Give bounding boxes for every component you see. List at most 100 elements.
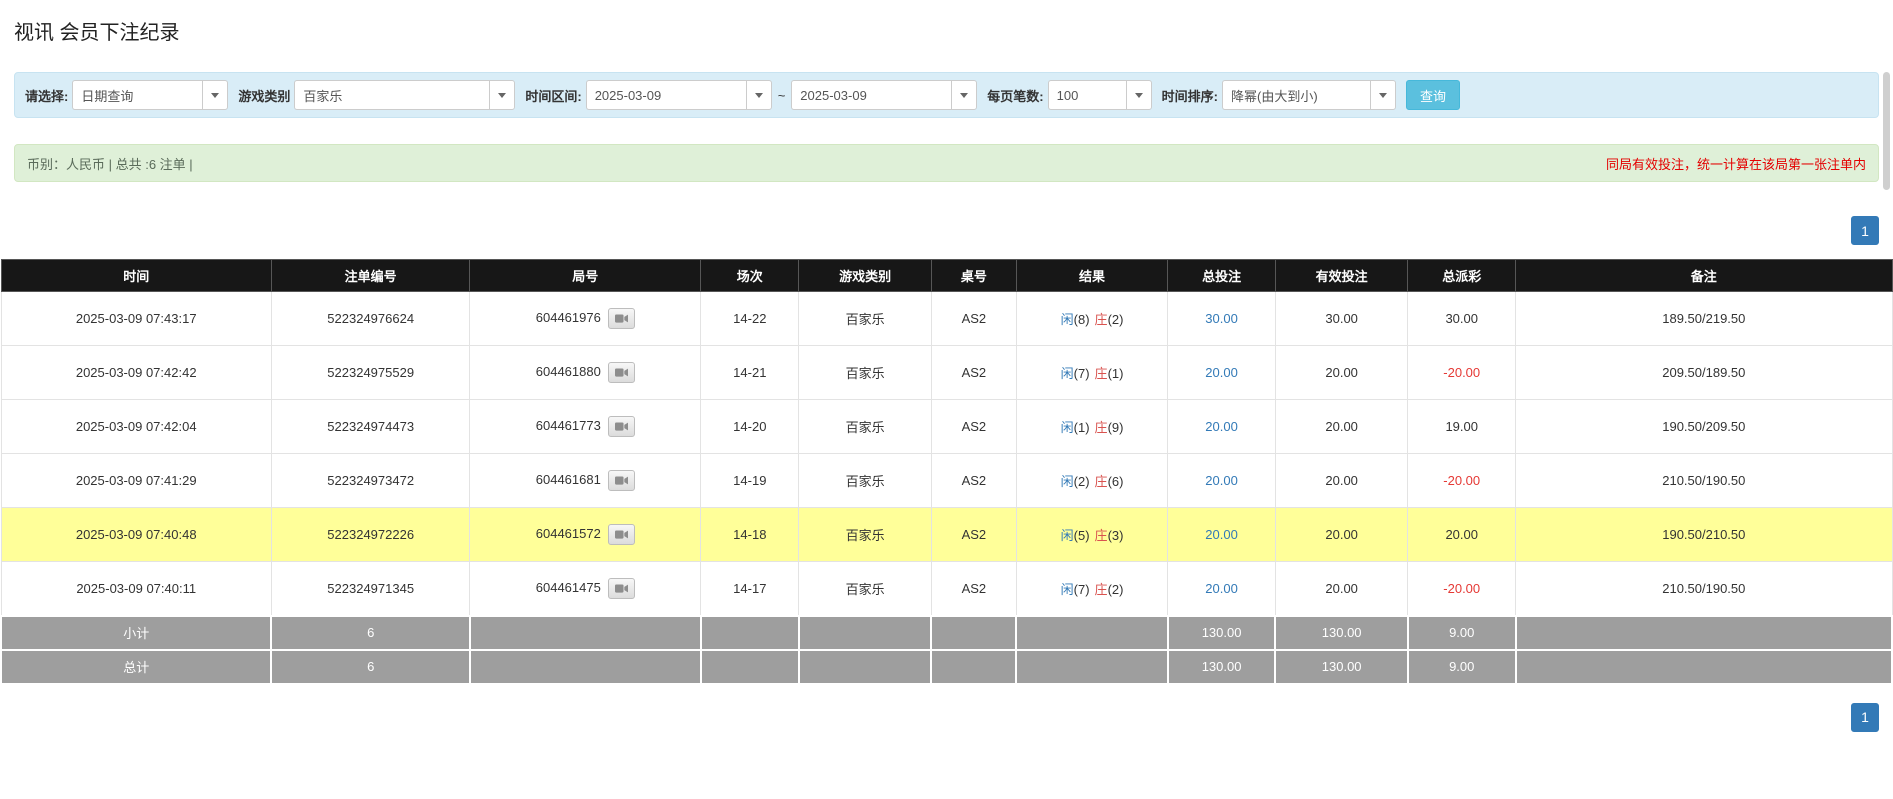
remark-cell: 189.50/219.50 <box>1515 291 1893 346</box>
total-bet-cell[interactable]: 20.00 <box>1167 399 1276 454</box>
replay-video-button[interactable] <box>607 470 635 491</box>
game-type-cell: 百家乐 <box>798 453 932 508</box>
table-row: 2025-03-09 07:42:04 522324974473 6044617… <box>0 399 1893 454</box>
player-result: 闲 <box>1060 581 1074 597</box>
page-size-dropdown-button[interactable] <box>1125 80 1152 110</box>
table-no-cell: AS2 <box>930 345 1017 400</box>
subtotal-payout: 9.00 <box>1406 614 1517 651</box>
sort-label: 时间排序: <box>1161 88 1218 104</box>
page-size-input[interactable] <box>1047 80 1126 110</box>
result-cell: 闲(5) 庄(3) <box>1015 507 1169 562</box>
replay-video-button[interactable] <box>607 362 635 383</box>
valid-bet-notice-text: 同局有效投注，统一计算在该局第一张注单内 <box>1605 156 1866 172</box>
banker-score: (2) <box>1107 312 1124 327</box>
header-game-type: 游戏类别 <box>798 259 932 292</box>
search-button[interactable]: 查询 <box>1405 80 1460 110</box>
pagination-page-1[interactable]: 1 <box>1851 702 1879 732</box>
table-row: 2025-03-09 07:42:42 522324975529 6044618… <box>0 345 1893 400</box>
result-cell: 闲(7) 庄(1) <box>1015 345 1169 400</box>
result-cell: 闲(7) 庄(2) <box>1015 561 1169 616</box>
round-cell: 604461880 <box>469 345 702 400</box>
replay-video-button[interactable] <box>607 416 635 437</box>
total-bet-cell[interactable]: 20.00 <box>1167 507 1276 562</box>
query-type-input[interactable] <box>72 80 203 110</box>
banker-result-group: 庄(9) <box>1095 420 1124 435</box>
date-to-dropdown-button[interactable] <box>951 80 978 110</box>
game-type-cell: 百家乐 <box>798 291 932 346</box>
table-row: 2025-03-09 07:43:17 522324976624 6044619… <box>0 291 1893 346</box>
player-result: 闲 <box>1060 366 1074 381</box>
date-from-dropdown-button[interactable] <box>745 80 772 110</box>
header-time: 时间 <box>0 259 272 292</box>
table-header-row: 时间 注单编号 局号 场次 游戏类别 桌号 结果 总投注 有效投注 总派彩 备注 <box>0 259 1893 292</box>
session-cell: 14-17 <box>700 561 800 616</box>
game-type-cell: 百家乐 <box>798 399 932 454</box>
payout-cell: -20.00 <box>1407 345 1517 400</box>
banker-result: 庄 <box>1094 581 1108 597</box>
caret-down-icon <box>1134 92 1143 98</box>
player-score: (8) <box>1073 312 1090 327</box>
remark-cell: 190.50/209.50 <box>1515 399 1893 454</box>
player-score: (7) <box>1073 581 1090 597</box>
video-camera-icon <box>614 368 628 377</box>
header-table-no: 桌号 <box>930 259 1017 292</box>
player-score: (7) <box>1073 366 1090 381</box>
banker-result-group: 庄(2) <box>1095 312 1124 327</box>
empty-cell <box>797 648 933 685</box>
sort-select <box>1221 80 1396 110</box>
total-bet-cell[interactable]: 20.00 <box>1167 561 1276 616</box>
caret-down-icon <box>754 92 763 98</box>
pagination-bottom: 1 <box>0 702 1893 732</box>
banker-result: 庄 <box>1094 420 1108 435</box>
round-cell: 604461976 <box>469 291 702 346</box>
replay-video-button[interactable] <box>607 524 635 545</box>
page-title: 视讯 会员下注纪录 <box>14 22 180 44</box>
query-type-dropdown-button[interactable] <box>202 80 229 110</box>
table-no-cell: AS2 <box>930 453 1017 508</box>
total-bet-cell[interactable]: 20.00 <box>1167 345 1276 400</box>
total-bet-cell[interactable]: 20.00 <box>1167 453 1276 508</box>
banker-result: 庄 <box>1094 366 1108 381</box>
empty-cell <box>1015 648 1169 685</box>
grand-total-valid-bet: 130.00 <box>1274 648 1409 685</box>
summary-bar: 币别：人民币 | 总共 :6 注单 | 同局有效投注，统一计算在该局第一张注单内 <box>14 144 1879 182</box>
payout-cell: 30.00 <box>1407 291 1517 346</box>
empty-cell <box>1015 614 1169 651</box>
game-type-cell: 百家乐 <box>798 345 932 400</box>
banker-result: 庄 <box>1094 312 1108 327</box>
date-to-input[interactable] <box>791 80 952 110</box>
betting-records-table: 时间 注单编号 局号 场次 游戏类别 桌号 结果 总投注 有效投注 总派彩 备注… <box>0 259 1893 685</box>
round-id: 604461880 <box>535 363 601 379</box>
empty-cell <box>930 648 1018 685</box>
date-from-input[interactable] <box>585 80 746 110</box>
video-camera-icon <box>614 530 628 539</box>
payout-cell: 20.00 <box>1407 507 1517 562</box>
empty-cell <box>1514 648 1893 685</box>
sort-input[interactable] <box>1221 80 1370 110</box>
replay-video-button[interactable] <box>607 308 635 329</box>
game-type-input[interactable] <box>294 80 490 110</box>
round-id: 604461681 <box>535 471 601 487</box>
date-from-picker <box>585 80 772 110</box>
result-cell: 闲(1) 庄(9) <box>1015 399 1169 454</box>
subtotal-label: 小计 <box>0 614 273 651</box>
total-bet-cell[interactable]: 30.00 <box>1167 291 1276 346</box>
scrollbar-thumb[interactable] <box>1883 72 1890 190</box>
game-type-dropdown-button[interactable] <box>489 80 516 110</box>
round-id: 604461976 <box>535 309 601 325</box>
session-cell: 14-18 <box>700 507 800 562</box>
table-no-cell: AS2 <box>930 399 1017 454</box>
player-score: (5) <box>1073 528 1090 543</box>
result-cell: 闲(8) 庄(2) <box>1015 291 1169 346</box>
header-session: 场次 <box>700 259 800 292</box>
valid-bet-cell: 20.00 <box>1274 453 1409 508</box>
banker-score: (1) <box>1107 366 1124 381</box>
banker-score: (6) <box>1107 474 1124 489</box>
round-id: 604461773 <box>535 417 601 433</box>
betting-records-page: 视讯 会员下注纪录 请选择: 游戏类别 时间区间: ~ <box>0 0 1893 732</box>
replay-video-button[interactable] <box>607 577 635 599</box>
sort-dropdown-button[interactable] <box>1369 80 1396 110</box>
pagination-page-1[interactable]: 1 <box>1851 216 1879 245</box>
table-no-cell: AS2 <box>930 507 1017 562</box>
player-result-group: 闲(7) <box>1061 582 1090 597</box>
